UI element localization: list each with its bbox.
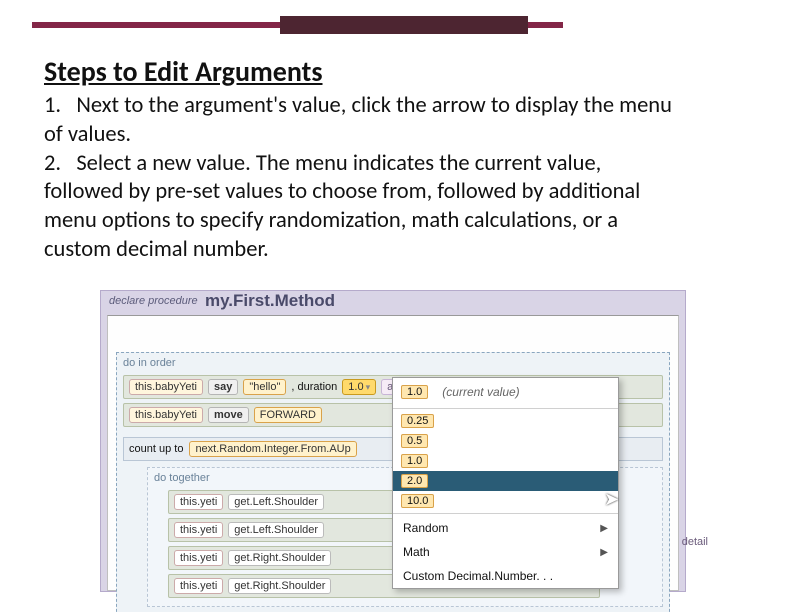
- value-dropdown-menu: 1.0 (current value) 0.25 0.5 1.0 2.0 10.0 Ra…: [392, 377, 619, 589]
- menu-current[interactable]: 1.0 (current value): [393, 378, 618, 406]
- code-canvas: do in order this.babyYeti say "hello" , …: [107, 315, 679, 591]
- accent-bar-center: [280, 16, 528, 34]
- do-in-order-label: do in order: [123, 357, 663, 369]
- object-ref[interactable]: this.yeti: [174, 522, 223, 538]
- menu-separator: [393, 408, 618, 409]
- declare-label: declare procedure: [109, 295, 198, 307]
- menu-separator: [393, 513, 618, 514]
- object-ref[interactable]: this.babyYeti: [129, 379, 203, 395]
- say-keyword: say: [208, 379, 238, 395]
- menu-random[interactable]: Random▶: [393, 516, 618, 540]
- num-tag-icon: 2.0: [401, 474, 428, 488]
- num-tag-icon: 1.0: [401, 385, 428, 399]
- count-label: count up to: [129, 443, 183, 455]
- menu-option[interactable]: 0.25: [393, 411, 618, 431]
- menu-math[interactable]: Math▶: [393, 540, 618, 564]
- menu-option[interactable]: 0.5: [393, 431, 618, 451]
- chevron-down-icon: ▾: [366, 382, 371, 393]
- object-ref[interactable]: this.yeti: [174, 494, 223, 510]
- method-call[interactable]: get.Left.Shoulder: [228, 494, 324, 510]
- object-ref[interactable]: this.yeti: [174, 550, 223, 566]
- menu-option[interactable]: 2.0: [393, 471, 618, 491]
- num-tag-icon: 0.5: [401, 434, 428, 448]
- detail-cutoff: detail: [682, 536, 708, 548]
- accent-bar-right: [528, 22, 563, 28]
- method-name: my.First.Method: [205, 291, 335, 311]
- move-keyword: move: [208, 407, 249, 423]
- menu-option[interactable]: 1.0: [393, 451, 618, 471]
- object-ref[interactable]: this.babyYeti: [129, 407, 203, 423]
- method-call[interactable]: get.Right.Shoulder: [228, 550, 331, 566]
- say-arg-text[interactable]: "hello": [243, 379, 286, 395]
- current-value-label: (current value): [434, 381, 527, 403]
- num-tag-icon: 10.0: [401, 494, 434, 508]
- duration-value[interactable]: 1.0▾: [342, 379, 376, 395]
- menu-custom-decimal[interactable]: Custom Decimal.Number. . .: [393, 564, 618, 588]
- num-tag-icon: 0.25: [401, 414, 434, 428]
- num-tag-icon: 1.0: [401, 454, 428, 468]
- ide-screenshot: declare procedure my.First.Method do in …: [100, 290, 686, 592]
- object-ref[interactable]: this.yeti: [174, 578, 223, 594]
- duration-label: , duration: [291, 381, 337, 393]
- chevron-right-icon: ▶: [600, 523, 608, 534]
- method-call[interactable]: get.Left.Shoulder: [228, 522, 324, 538]
- method-call[interactable]: get.Right.Shoulder: [228, 578, 331, 594]
- move-direction[interactable]: FORWARD: [254, 407, 322, 423]
- body-text: 1. Next to the argument's value, click t…: [44, 92, 684, 265]
- page-title: Steps to Edit Arguments: [44, 54, 323, 89]
- menu-option[interactable]: 10.0: [393, 491, 618, 511]
- count-expression[interactable]: next.Random.Integer.From.AUp: [189, 441, 356, 457]
- accent-bar-left: [32, 22, 280, 28]
- chevron-right-icon: ▶: [600, 547, 608, 558]
